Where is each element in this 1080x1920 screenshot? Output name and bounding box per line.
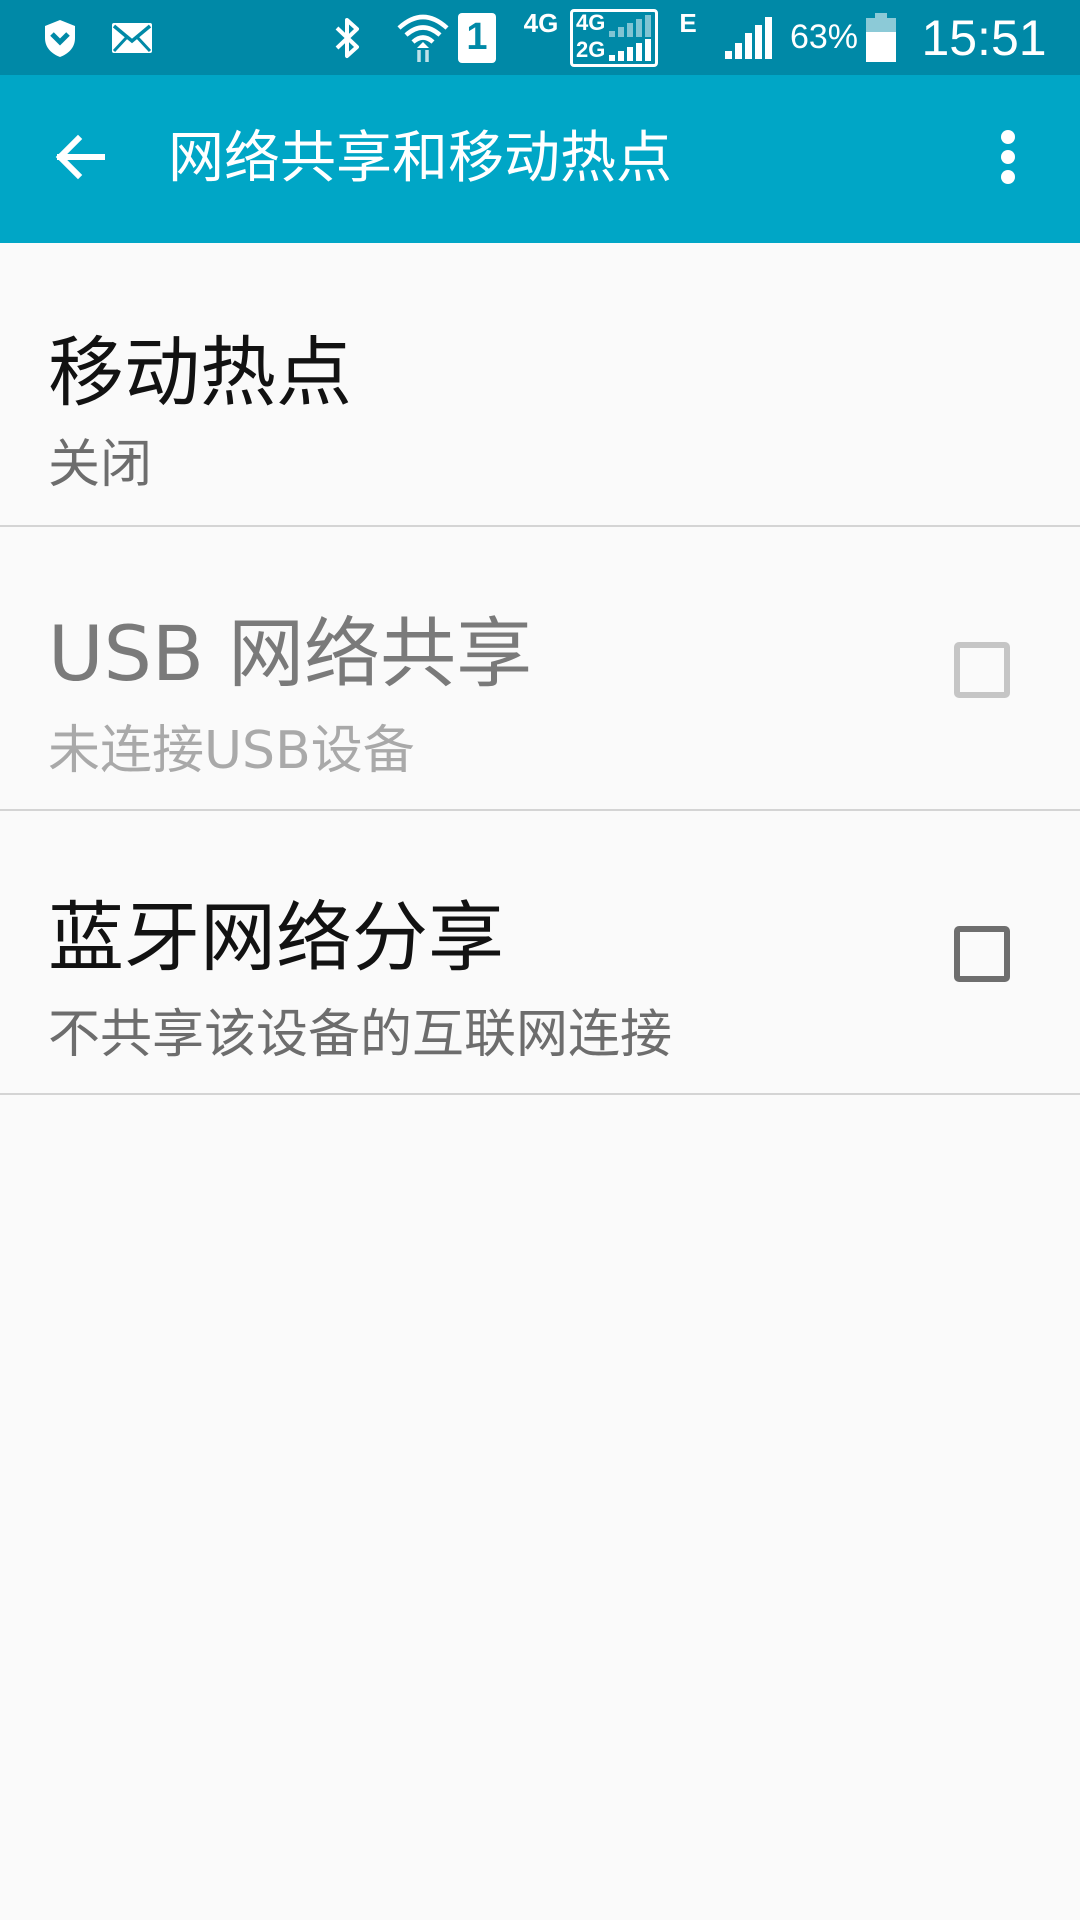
sim-slot-icon: 1: [458, 0, 496, 75]
setting-mobile-hotspot[interactable]: 移动热点 关闭: [0, 243, 1080, 527]
setting-bluetooth-tethering[interactable]: 蓝牙网络分享 不共享该设备的互联网连接: [0, 811, 1080, 1095]
settings-list: 移动热点 关闭 USB 网络共享 未连接USB设备 蓝牙网络分享 不共享该设备的…: [0, 243, 1080, 1095]
setting-subtitle: 未连接USB设备: [48, 721, 415, 781]
clock: 15:51: [921, 9, 1047, 66]
setting-subtitle: 关闭: [48, 435, 153, 495]
setting-title: 移动热点: [48, 328, 352, 417]
dual-sim-signal-icon: 4G 2G: [568, 0, 660, 75]
bluetooth-tethering-checkbox[interactable]: [954, 926, 1010, 982]
arrow-back-icon: [54, 131, 106, 187]
battery-percent: 63%: [789, 18, 859, 56]
setting-usb-tethering[interactable]: USB 网络共享 未连接USB设备: [0, 527, 1080, 811]
setting-title: USB 网络共享: [48, 609, 533, 698]
more-options-button[interactable]: [968, 119, 1048, 199]
bluetooth-icon: [328, 0, 368, 75]
more-vert-icon: [1000, 129, 1016, 189]
back-button[interactable]: [40, 119, 120, 199]
usb-tethering-checkbox[interactable]: [954, 642, 1010, 698]
shield-icon: [38, 0, 82, 75]
status-bar: 1 4G 4G 2G E 63% 15:51: [0, 0, 1080, 75]
edge-label: E: [679, 8, 697, 38]
page-title: 网络共享和移动热点: [168, 126, 672, 191]
mail-icon: [108, 0, 156, 75]
setting-title: 蓝牙网络分享: [48, 893, 504, 982]
network-type-label: 4G: [523, 8, 559, 38]
wifi-icon: [396, 0, 450, 75]
signal-icon: [722, 0, 774, 75]
setting-subtitle: 不共享该设备的互联网连接: [48, 1005, 673, 1065]
app-bar: 网络共享和移动热点: [0, 75, 1080, 243]
battery-icon: [862, 0, 900, 75]
